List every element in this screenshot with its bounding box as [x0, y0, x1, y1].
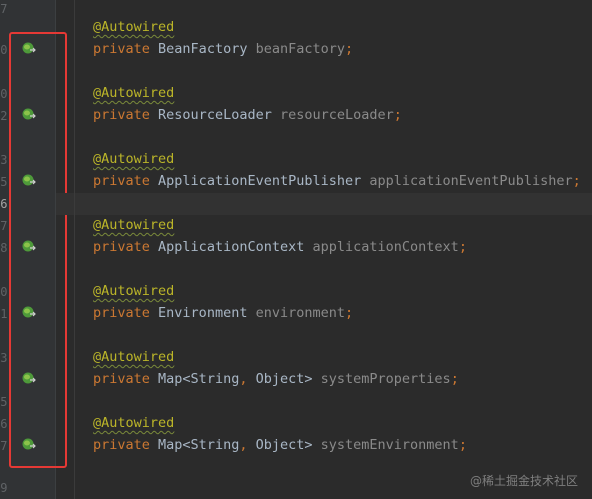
semicolon: ; [345, 305, 354, 321]
field-name: applicationEventPublisher [369, 173, 573, 189]
code-line-field[interactable]: private Environment environment; [93, 304, 353, 322]
type-name: ResourceLoader [158, 107, 272, 123]
keyword: private [93, 239, 150, 255]
code-line-field[interactable]: private ApplicationEventPublisher applic… [93, 172, 581, 190]
keyword: private [93, 305, 150, 321]
type-name: Map<String [158, 371, 240, 387]
code-line-annotation[interactable]: @Autowired [93, 216, 174, 234]
keyword: private [93, 107, 150, 123]
type-name: BeanFactory [158, 41, 248, 57]
indent-guide [74, 0, 75, 499]
comma: , [239, 371, 256, 387]
keyword: private [93, 437, 150, 453]
field-name: applicationContext [312, 239, 459, 255]
watermark: @稀土掘金技术社区 [469, 474, 578, 488]
type-name: Environment [158, 305, 248, 321]
code-line-field[interactable]: private ApplicationContext applicationCo… [93, 238, 467, 256]
semicolon: ; [450, 371, 459, 387]
code-line-annotation[interactable]: @Autowired [93, 282, 174, 300]
code-line-annotation[interactable]: @Autowired [93, 414, 174, 432]
code-line-field[interactable]: private ResourceLoader resourceLoader; [93, 106, 402, 124]
red-highlight-box [9, 32, 67, 468]
field-name: systemEnvironment [320, 437, 459, 453]
type-name: ApplicationContext [158, 239, 305, 255]
line-number: 59 [0, 481, 8, 495]
code-line-annotation[interactable]: @Autowired [93, 18, 174, 36]
semicolon: ; [572, 173, 581, 189]
code-line-annotation[interactable]: @Autowired [93, 150, 174, 168]
keyword: private [93, 371, 150, 387]
semicolon: ; [458, 437, 467, 453]
annotation: @Autowired [93, 349, 175, 365]
type-name: ApplicationEventPublisher [158, 173, 362, 189]
type-name: Object> [255, 437, 313, 453]
annotation: @Autowired [93, 415, 175, 431]
semicolon: ; [393, 107, 402, 123]
code-line-field[interactable]: private Map<String, Object> systemEnviro… [93, 436, 467, 454]
type-name: Map<String [158, 437, 240, 453]
line-number: 37 [0, 2, 8, 16]
annotation: @Autowired [93, 217, 175, 233]
annotation: @Autowired [93, 85, 175, 101]
comma: , [239, 437, 256, 453]
field-name: beanFactory [255, 41, 345, 57]
semicolon: ; [458, 239, 467, 255]
annotation: @Autowired [93, 283, 175, 299]
code-line-field[interactable]: private BeanFactory beanFactory; [93, 40, 353, 58]
keyword: private [93, 173, 150, 189]
current-line-highlight [56, 193, 592, 215]
code-line-annotation[interactable]: @Autowired [93, 348, 174, 366]
field-name: resourceLoader [279, 107, 394, 123]
type-name: Object> [255, 371, 313, 387]
semicolon: ; [345, 41, 354, 57]
code-line-field[interactable]: private Map<String, Object> systemProper… [93, 370, 459, 388]
annotation: @Autowired [93, 19, 175, 35]
keyword: private [93, 41, 150, 57]
code-line-annotation[interactable]: @Autowired [93, 84, 174, 102]
annotation: @Autowired [93, 151, 175, 167]
field-name: environment [255, 305, 345, 321]
field-name: systemProperties [320, 371, 451, 387]
